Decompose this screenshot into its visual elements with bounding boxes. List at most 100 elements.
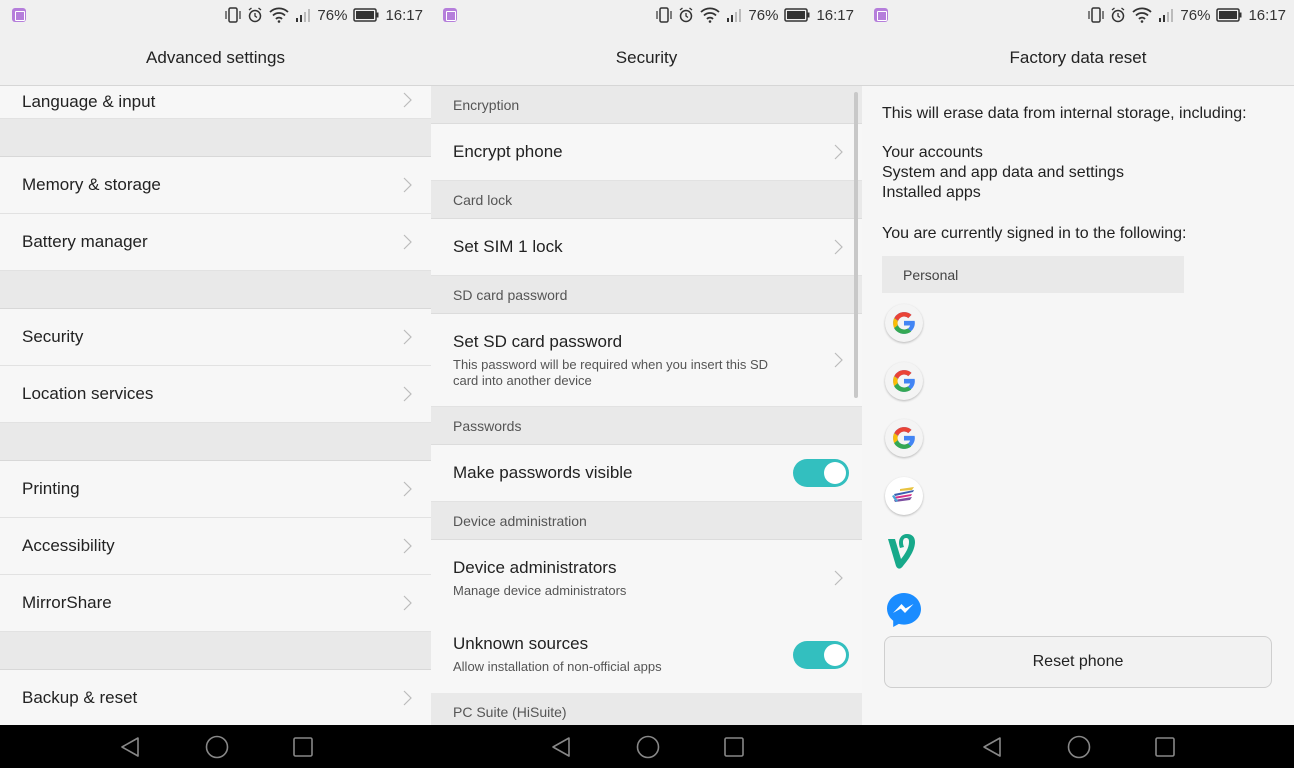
- factory-reset-screen: 76% 16:17 Factory data reset This will e…: [862, 0, 1294, 768]
- make-passwords-visible-toggle[interactable]: [793, 459, 849, 487]
- gallery-notification-icon: [874, 8, 888, 22]
- settings-item-language-input[interactable]: Language & input: [0, 86, 431, 119]
- section-divider: [0, 423, 431, 461]
- account-item: [884, 361, 924, 401]
- item-label: Encrypt phone: [453, 142, 563, 161]
- chevron-right-icon: [403, 177, 412, 193]
- settings-item-memory-storage[interactable]: Memory & storage: [0, 157, 431, 214]
- signal-icon: [1159, 9, 1174, 22]
- device-administrators-item[interactable]: Device administrators Manage device admi…: [431, 540, 862, 616]
- settings-item-printing[interactable]: Printing: [0, 461, 431, 518]
- item-label: Make passwords visible: [453, 463, 633, 482]
- clock: 16:17: [1248, 6, 1286, 24]
- google-icon: [893, 369, 915, 392]
- item-description: Allow installation of non-official apps: [453, 659, 662, 674]
- account-list: [882, 303, 1274, 631]
- item-label: Printing: [22, 479, 80, 498]
- security-list[interactable]: Encryption Encrypt phone Card lock Set S…: [431, 86, 862, 725]
- recents-icon[interactable]: [292, 736, 313, 757]
- settings-item-battery-manager[interactable]: Battery manager: [0, 214, 431, 271]
- clock: 16:17: [385, 6, 423, 24]
- battery-percent: 76%: [748, 6, 779, 24]
- wifi-icon: [700, 7, 721, 23]
- wifi-icon: [1132, 7, 1153, 23]
- alarm-icon: [1112, 7, 1125, 23]
- battery-icon: [353, 8, 379, 22]
- item-label: Accessibility: [22, 536, 115, 555]
- section-header-passwords: Passwords: [431, 407, 862, 445]
- item-label: MirrorShare: [22, 593, 112, 612]
- battery-percent: 76%: [317, 6, 348, 24]
- gallery-notification-icon: [443, 8, 457, 22]
- security-screen: 76% 16:17 Security Encryption Encrypt ph…: [431, 0, 862, 768]
- chevron-right-icon: [834, 239, 843, 255]
- battery-icon: [1216, 8, 1242, 22]
- section-header-device-administration: Device administration: [431, 502, 862, 540]
- chevron-right-icon: [834, 570, 843, 586]
- reset-content: This will erase data from internal stora…: [862, 86, 1294, 725]
- settings-item-mirrorshare[interactable]: MirrorShare: [0, 575, 431, 632]
- erase-list-item: Installed apps: [882, 184, 981, 201]
- section-header-sd-card-password: SD card password: [431, 276, 862, 314]
- signal-icon: [727, 9, 742, 22]
- scrollbar[interactable]: [854, 92, 858, 398]
- section-header-card-lock: Card lock: [431, 181, 862, 219]
- section-divider: [0, 271, 431, 309]
- back-icon[interactable]: [119, 736, 141, 758]
- erase-list-item: Your accounts: [882, 144, 983, 161]
- vibrate-icon: [225, 7, 242, 23]
- unknown-sources-item[interactable]: Unknown sources Allow installation of no…: [431, 616, 862, 693]
- set-sim-lock-item[interactable]: Set SIM 1 lock: [431, 219, 862, 276]
- home-icon[interactable]: [1067, 735, 1091, 759]
- back-icon[interactable]: [550, 736, 572, 758]
- section-divider: [0, 119, 431, 157]
- chevron-right-icon: [403, 92, 412, 108]
- recents-icon[interactable]: [723, 736, 744, 757]
- make-passwords-visible-item[interactable]: Make passwords visible: [431, 445, 862, 502]
- home-icon[interactable]: [636, 735, 660, 759]
- item-label: Set SD card password: [453, 331, 623, 351]
- item-label: Security: [22, 327, 84, 346]
- item-label: Memory & storage: [22, 175, 161, 194]
- back-icon[interactable]: [981, 736, 1003, 758]
- account-item: [884, 418, 924, 458]
- section-header-pc-suite: PC Suite (HiSuite): [431, 693, 862, 725]
- chevron-right-icon: [403, 234, 412, 250]
- battery-icon: [784, 8, 810, 22]
- status-bar: 76% 16:17: [862, 0, 1294, 30]
- item-label: Battery manager: [22, 232, 148, 251]
- reset-phone-button[interactable]: Reset phone: [884, 636, 1272, 688]
- page-title: Factory data reset: [862, 30, 1294, 86]
- signal-icon: [296, 9, 311, 22]
- item-label: Language & input: [22, 92, 156, 111]
- unknown-sources-toggle[interactable]: [793, 640, 849, 669]
- status-bar: 76% 16:17: [0, 0, 431, 30]
- chevron-right-icon: [834, 352, 843, 368]
- clock: 16:17: [816, 6, 854, 24]
- section-divider: [0, 632, 431, 670]
- encrypt-phone-item[interactable]: Encrypt phone: [431, 124, 862, 181]
- item-label: Unknown sources: [453, 634, 589, 653]
- wifi-icon: [269, 7, 290, 23]
- home-icon[interactable]: [205, 735, 229, 759]
- status-bar: 76% 16:17: [431, 0, 862, 30]
- account-group-header: Personal: [882, 256, 1184, 293]
- item-label: Device administrators: [453, 557, 617, 577]
- set-sd-password-item[interactable]: Set SD card password This password will …: [431, 314, 862, 407]
- navigation-bar: [862, 725, 1294, 768]
- google-icon: [893, 312, 915, 334]
- chevron-right-icon: [403, 481, 412, 497]
- settings-item-backup-reset[interactable]: Backup & reset: [0, 670, 431, 725]
- recents-icon[interactable]: [1155, 736, 1175, 757]
- vine-icon: [888, 534, 915, 569]
- page-title: Advanced settings: [0, 30, 431, 86]
- settings-item-accessibility[interactable]: Accessibility: [0, 518, 431, 575]
- account-item: [884, 533, 924, 573]
- settings-item-location-services[interactable]: Location services: [0, 366, 431, 423]
- navigation-bar: [431, 725, 862, 768]
- settings-list[interactable]: Language & input Memory & storage Batter…: [0, 86, 431, 725]
- chevron-right-icon: [403, 595, 412, 611]
- page-title: Security: [431, 30, 862, 86]
- battery-percent: 76%: [1180, 6, 1211, 24]
- settings-item-security[interactable]: Security: [0, 309, 431, 366]
